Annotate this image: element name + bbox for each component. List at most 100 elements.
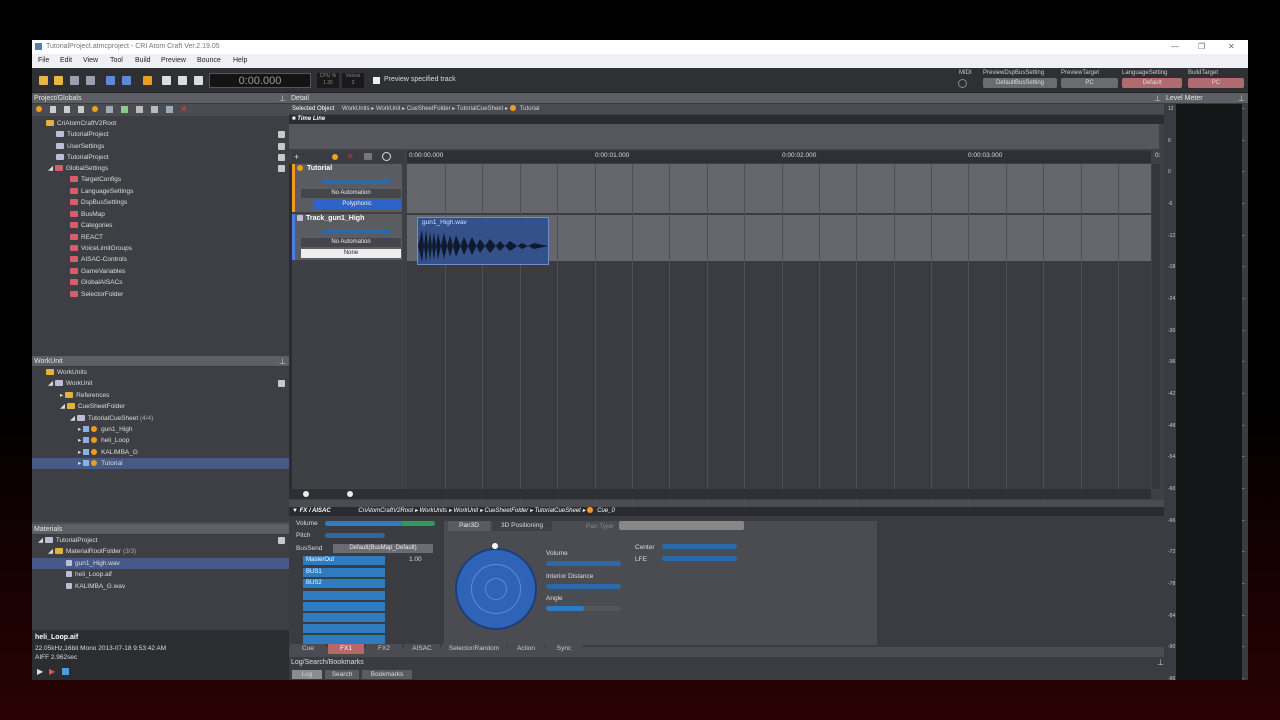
item-action-icon[interactable] bbox=[278, 380, 285, 387]
maximize-icon[interactable]: ❐ bbox=[1198, 42, 1205, 51]
automation-select[interactable]: No Automation bbox=[301, 238, 401, 247]
cue-icon[interactable] bbox=[92, 106, 98, 112]
clock-icon[interactable] bbox=[382, 152, 391, 161]
tree-item[interactable]: CriAtomCraftV2Root bbox=[46, 118, 116, 129]
open-icon[interactable] bbox=[54, 76, 63, 85]
pan-type-select[interactable] bbox=[619, 521, 744, 530]
language-setting-select[interactable]: Default bbox=[1122, 78, 1182, 88]
delete-icon[interactable]: ✕ bbox=[180, 104, 188, 115]
menu-bounce[interactable]: Bounce bbox=[197, 57, 221, 64]
breadcrumb-item[interactable]: CueSheetFolder bbox=[407, 106, 451, 112]
tree-item[interactable]: ◢ TutorialCueSheet (4/4) bbox=[70, 413, 153, 424]
pin-icon[interactable]: ⊥ bbox=[1154, 93, 1161, 104]
tree-item[interactable]: TargetConfigs bbox=[70, 174, 121, 185]
track-header-cue[interactable]: Tutorial No Automation Polyphonic bbox=[292, 164, 402, 212]
delete-icon[interactable]: ✕ bbox=[347, 152, 354, 161]
item-action-icon[interactable] bbox=[278, 154, 285, 161]
doc-icon[interactable] bbox=[64, 106, 70, 113]
pan-volume-slider[interactable] bbox=[546, 561, 621, 566]
tree-item[interactable]: REACT bbox=[70, 232, 103, 243]
save-icon[interactable] bbox=[70, 76, 79, 85]
checkbox-icon[interactable] bbox=[83, 460, 90, 467]
build-target-select[interactable]: PC bbox=[1188, 78, 1244, 88]
tab-log[interactable]: Log bbox=[292, 670, 322, 679]
close-icon[interactable]: ✕ bbox=[1228, 42, 1235, 51]
tree-item[interactable]: SelectorFolder bbox=[70, 289, 123, 300]
waveform-region[interactable]: gun1_High.wav bbox=[417, 217, 549, 265]
pin-icon[interactable]: ⊥ bbox=[279, 356, 286, 367]
tree-item[interactable]: ◢ TutorialProject bbox=[38, 535, 97, 546]
tree-item[interactable]: GlobalAISACs bbox=[70, 277, 123, 288]
list-icon[interactable] bbox=[364, 153, 372, 160]
tree-item[interactable]: LanguageSettings bbox=[70, 186, 133, 197]
bus-slot[interactable] bbox=[303, 624, 385, 633]
menu-tool[interactable]: Tool bbox=[110, 57, 123, 64]
menu-edit[interactable]: Edit bbox=[60, 57, 72, 64]
cue-icon[interactable] bbox=[332, 154, 338, 160]
tree-item[interactable]: TutorialProject bbox=[56, 129, 109, 140]
tab-search[interactable]: Search bbox=[325, 670, 359, 679]
track-volume-slider[interactable] bbox=[321, 229, 391, 234]
tab-fx2[interactable]: FX2 bbox=[366, 644, 402, 654]
mode-select[interactable]: None bbox=[301, 249, 401, 258]
menu-help[interactable]: Help bbox=[233, 57, 247, 64]
grid-icon[interactable] bbox=[106, 106, 113, 113]
play-loop-icon[interactable]: ▶ bbox=[49, 667, 55, 676]
bus-slot[interactable] bbox=[303, 602, 385, 611]
vertical-scrollbar[interactable] bbox=[1152, 164, 1160, 489]
tree-item-selected[interactable]: gun1_High.wav bbox=[32, 558, 289, 569]
checkbox-icon[interactable] bbox=[83, 437, 90, 444]
timeline-ruler[interactable]: 0:00:00.000 0:00:01.000 0:00:02.000 0:00… bbox=[407, 151, 1160, 163]
stop-icon[interactable] bbox=[178, 76, 187, 85]
grid-icon[interactable] bbox=[166, 106, 173, 113]
tab-cue[interactable]: Cue bbox=[290, 644, 326, 654]
minimize-icon[interactable]: — bbox=[1171, 42, 1179, 51]
automation-select[interactable]: No Automation bbox=[301, 189, 401, 198]
zoom-slider-handle[interactable] bbox=[303, 491, 309, 497]
volume-slider[interactable] bbox=[325, 521, 435, 526]
tab-selector-random[interactable]: Selector/Random bbox=[442, 644, 506, 654]
tree-item[interactable]: AISAC-Controls bbox=[70, 254, 127, 265]
preview-target-select[interactable]: PC bbox=[1061, 78, 1118, 88]
tree-item[interactable]: ▸ References bbox=[60, 390, 109, 401]
undo-icon[interactable] bbox=[106, 76, 115, 85]
tree-item[interactable]: TutorialProject bbox=[56, 152, 109, 163]
tab-fx1[interactable]: FX1 bbox=[328, 644, 364, 654]
bus-2[interactable]: BUS2 bbox=[303, 579, 385, 588]
cue-icon[interactable] bbox=[36, 106, 42, 112]
tree-item[interactable]: VoiceLimitGroups bbox=[70, 243, 132, 254]
bus-slot[interactable] bbox=[303, 635, 385, 644]
lane-cue[interactable] bbox=[407, 164, 1151, 213]
tree-item[interactable]: ▸ gun1_High bbox=[78, 424, 133, 435]
play-icon[interactable] bbox=[194, 76, 203, 85]
item-action-icon[interactable] bbox=[278, 537, 285, 544]
breadcrumb-item[interactable]: WorkUnits bbox=[342, 106, 370, 112]
breadcrumb-item[interactable]: CriAtomCraftV2Root bbox=[358, 508, 413, 514]
item-action-icon[interactable] bbox=[278, 143, 285, 150]
breadcrumb-item[interactable]: TutorialCueSheet bbox=[535, 508, 581, 514]
bussend-select[interactable]: Default(BusMap_Default) bbox=[333, 544, 433, 553]
timeline-lanes[interactable] bbox=[407, 164, 1151, 549]
tree-item[interactable]: Categories bbox=[70, 220, 112, 231]
image-icon[interactable] bbox=[121, 106, 128, 113]
breadcrumb-item[interactable]: TutorialCueSheet bbox=[457, 106, 503, 112]
tree-item[interactable]: ◢ GlobalSettings bbox=[48, 163, 108, 174]
center-slider[interactable] bbox=[662, 544, 737, 549]
bus-slot[interactable] bbox=[303, 613, 385, 622]
menu-view[interactable]: View bbox=[83, 57, 98, 64]
add-track-icon[interactable]: + bbox=[294, 152, 299, 162]
tree-item[interactable]: WorkUnits bbox=[46, 367, 87, 378]
pin-icon[interactable]: ⊥ bbox=[279, 93, 286, 104]
tree-item[interactable]: UserSettings bbox=[56, 141, 104, 152]
tab-action[interactable]: Action bbox=[508, 644, 544, 654]
tree-item[interactable]: ◢ MaterialRootFolder (3/3) bbox=[48, 546, 136, 557]
list-icon[interactable] bbox=[151, 106, 158, 113]
breadcrumb-item[interactable]: Cue_0 bbox=[597, 508, 615, 514]
breadcrumb-item[interactable]: Tutorial bbox=[520, 106, 540, 112]
redo-icon[interactable] bbox=[122, 76, 131, 85]
lfe-slider[interactable] bbox=[662, 556, 737, 561]
tree-item[interactable]: ▸ KALIMBA_G bbox=[78, 447, 138, 458]
breadcrumb-item[interactable]: WorkUnits bbox=[419, 508, 447, 514]
tab-bookmarks[interactable]: Bookmarks bbox=[362, 670, 412, 679]
bus-slot[interactable] bbox=[303, 591, 385, 600]
